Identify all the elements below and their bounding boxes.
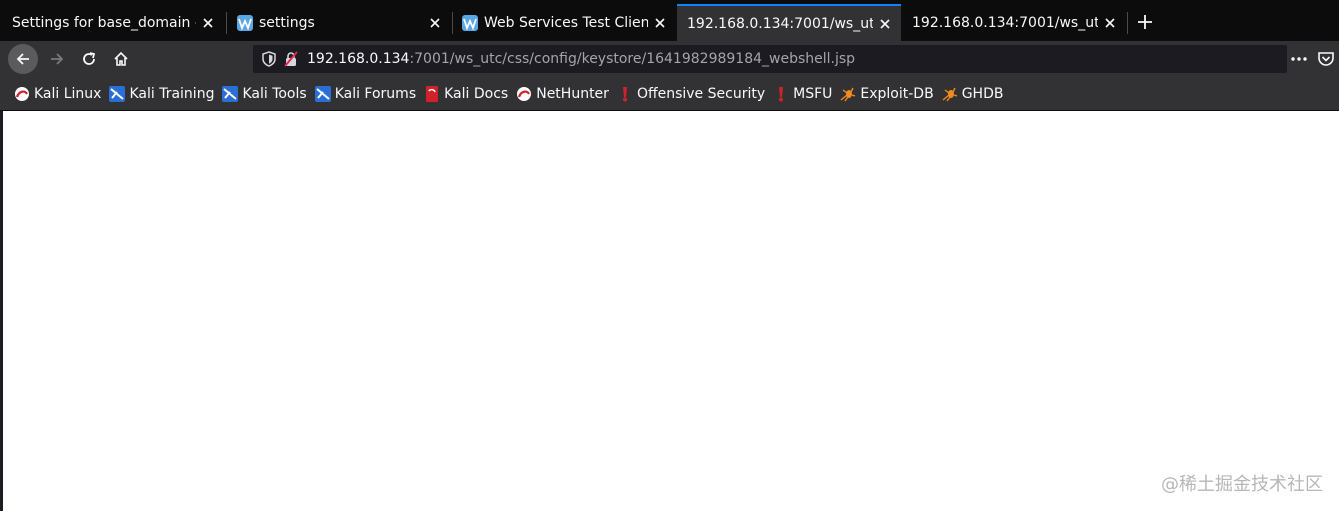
new-tab-button[interactable] — [1131, 8, 1159, 36]
tab-webshell-2[interactable]: 192.168.0.134:7001/ws_utc/ — [902, 4, 1126, 41]
bookmark-label: Kali Forums — [334, 85, 417, 102]
bookmark-kali-tools[interactable]: Kali Tools — [222, 82, 307, 106]
url-text[interactable]: 192.168.0.134:7001/ws_utc/css/config/key… — [307, 51, 855, 67]
tab-separator — [1127, 12, 1128, 34]
watermark: @稀土掘金技术社区 — [1161, 474, 1323, 495]
bookmark-msfu[interactable]: MSFU — [773, 82, 832, 106]
bookmark-offensive-security[interactable]: Offensive Security — [617, 82, 765, 106]
url-path: :7001/ws_utc/css/config/keystore/1641982… — [409, 51, 856, 67]
tab-title: Web Services Test Client — [484, 14, 648, 31]
page-content[interactable] — [3, 111, 1339, 511]
bookmark-kali-docs[interactable]: Kali Docs — [424, 82, 508, 106]
tab-settings-base-domain[interactable]: Settings for base_domain - W — [0, 4, 224, 41]
bookmark-ghdb[interactable]: GHDB — [942, 82, 1004, 106]
exploitdb-icon — [942, 86, 958, 102]
bookmark-kali-training[interactable]: Kali Training — [109, 82, 214, 106]
kali-training-icon — [109, 85, 126, 102]
bookmarks-toolbar: Kali Linux Kali Training Kali Tools Kali… — [0, 77, 1339, 111]
tab-web-services-test-client[interactable]: Web Services Test Client — [452, 4, 676, 41]
offsec-icon — [773, 86, 789, 102]
close-tab-icon[interactable] — [648, 11, 672, 35]
close-tab-icon[interactable] — [1098, 11, 1122, 35]
arrow-left-icon — [16, 53, 29, 65]
page-actions-button[interactable] — [1289, 50, 1309, 68]
tab-title: 192.168.0.134:7001/ws_utc/ — [912, 14, 1098, 31]
tab-settings[interactable]: settings — [227, 4, 451, 41]
bookmark-kali-linux[interactable]: Kali Linux — [14, 82, 101, 106]
tab-strip: Settings for base_domain - W settings We… — [0, 0, 1339, 41]
bookmark-label: Kali Training — [129, 85, 215, 102]
home-icon — [114, 51, 128, 66]
bookmark-label: Kali Linux — [34, 85, 102, 102]
kali-tools-icon — [222, 85, 239, 102]
arrow-right-icon — [51, 53, 64, 65]
plus-icon — [1138, 15, 1152, 29]
weblogic-icon — [237, 14, 253, 31]
bookmark-label: Kali Tools — [242, 85, 307, 102]
url-bar[interactable]: 192.168.0.134:7001/ws_utc/css/config/key… — [253, 45, 1287, 73]
insecure-lock-icon[interactable] — [283, 51, 299, 67]
offsec-icon — [617, 86, 633, 102]
pocket-icon — [1318, 52, 1334, 66]
tracking-protection-shield-icon[interactable] — [261, 51, 277, 67]
tab-title: settings — [259, 14, 315, 31]
kali-dragon-icon — [14, 86, 30, 102]
close-tab-icon[interactable] — [873, 12, 897, 36]
bookmark-exploit-db[interactable]: Exploit-DB — [840, 82, 934, 106]
reload-icon — [83, 52, 96, 65]
exploitdb-icon — [840, 86, 856, 102]
forward-button[interactable] — [42, 44, 72, 74]
bookmark-kali-forums[interactable]: Kali Forums — [314, 82, 417, 106]
bookmark-label: Kali Docs — [444, 85, 509, 102]
url-host: 192.168.0.134 — [307, 51, 410, 67]
reload-button[interactable] — [74, 44, 104, 74]
close-tab-icon[interactable] — [196, 11, 220, 35]
bookmark-label: GHDB — [961, 85, 1004, 102]
more-dots-icon — [1291, 57, 1307, 61]
bookmark-label: Exploit-DB — [860, 85, 934, 102]
weblogic-icon — [462, 14, 478, 31]
bookmark-label: Offensive Security — [636, 85, 766, 102]
navigation-toolbar: 192.168.0.134:7001/ws_utc/css/config/key… — [0, 41, 1339, 77]
kali-docs-icon — [424, 85, 440, 102]
bookmark-label: NetHunter — [536, 85, 609, 102]
tab-title: Settings for base_domain - W — [12, 14, 196, 31]
home-button[interactable] — [106, 44, 136, 74]
kali-dragon-icon — [516, 86, 532, 102]
pocket-button[interactable] — [1317, 50, 1335, 68]
close-tab-icon[interactable] — [423, 11, 447, 35]
tab-title: 192.168.0.134:7001/ws_utc/ — [687, 15, 873, 32]
kali-forums-icon — [314, 85, 331, 102]
tab-webshell-active[interactable]: 192.168.0.134:7001/ws_utc/ — [677, 4, 901, 41]
back-button[interactable] — [8, 44, 38, 74]
bookmark-label: MSFU — [793, 85, 833, 102]
bookmark-nethunter[interactable]: NetHunter — [516, 82, 609, 106]
